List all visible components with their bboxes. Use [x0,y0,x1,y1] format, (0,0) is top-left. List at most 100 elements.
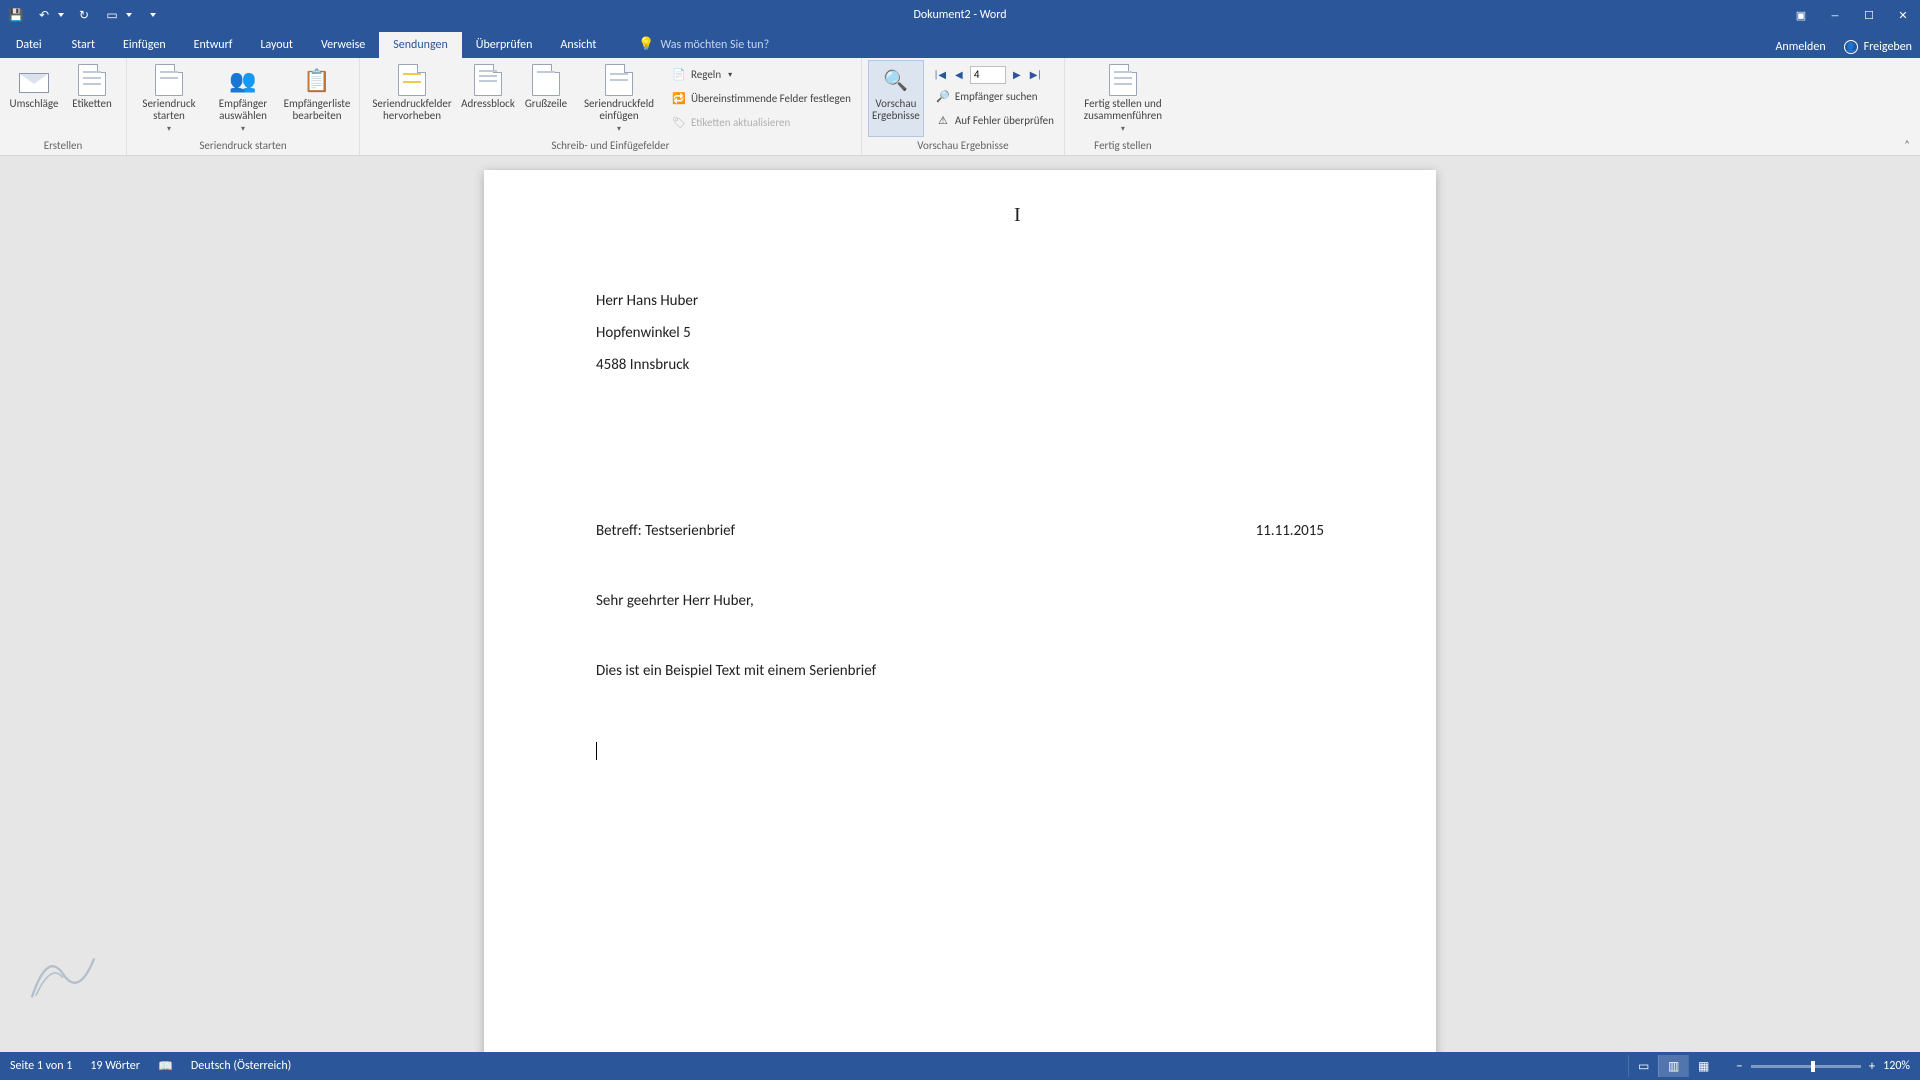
redo-icon[interactable]: ↻ [76,7,92,23]
group-vorschau: 🔍 Vorschau Ergebnisse |◀ ◀ ▶ ▶| 🔎 Empfäng… [862,58,1065,155]
umschlaege-label: Umschläge [10,98,59,110]
fehler-label: Auf Fehler überprüfen [955,114,1054,127]
seriendruck-starten-button[interactable]: Seriendruck starten ▾ [133,60,205,137]
empfaengerliste-bearbeiten-button[interactable]: 📋 Empfängerliste bearbeiten [281,60,353,137]
read-mode-button[interactable]: ▭ [1628,1055,1658,1077]
highlight-fields-icon [398,64,426,96]
group-felder: Seriendruckfelder hervorheben Adressbloc… [360,58,862,155]
regeln-button[interactable]: 📄Regeln▾ [668,64,855,86]
tab-layout[interactable]: Layout [246,32,307,58]
preview-icon: 🔍 [880,64,912,96]
tell-me-placeholder: Was möchten Sie tun? [661,38,770,52]
last-record-button[interactable]: ▶| [1028,67,1044,83]
share-button[interactable]: Freigeben [1864,40,1912,54]
matchfields-icon: 🔁 [672,92,686,106]
body-line: Dies ist ein Beispiel Text mit einem Ser… [596,662,1324,680]
group-seriendruck-starten: Seriendruck starten ▾ 👥 Empfänger auswäh… [127,58,360,155]
tell-me-search[interactable]: 💡 Was möchten Sie tun? [638,37,769,58]
record-number-input[interactable] [970,66,1006,84]
adressblock-button[interactable]: Adressblock [460,60,516,137]
document-page[interactable]: I Herr Hans Huber Hopfenwinkel 5 4588 In… [484,170,1436,1052]
quick-access-toolbar: 💾 ↶ ↻ ▭ [0,7,164,23]
tab-ansicht[interactable]: Ansicht [546,32,610,58]
empfaenger-auswaehlen-button[interactable]: 👥 Empfänger auswählen ▾ [207,60,279,137]
fehler-ueberpruefen-button[interactable]: ⚠Auf Fehler überprüfen [932,110,1058,132]
group-felder-label: Schreib- und Einfügefelder [366,137,855,155]
seriendruckfeld-einfuegen-button[interactable]: Seriendruckfeld einfügen ▾ [576,60,662,137]
dropdown-icon: ▾ [167,124,171,134]
empfaenger-suchen-button[interactable]: 🔎 Empfänger suchen [932,86,1058,108]
tab-entwurf[interactable]: Entwurf [180,32,247,58]
etiketten-aktualisieren-button: 🏷Etiketten aktualisieren [668,112,855,134]
tab-sendungen[interactable]: Sendungen [379,32,462,58]
felder-hervorheben-button[interactable]: Seriendruckfelder hervorheben [366,60,458,137]
touch-dropdown-icon[interactable] [126,13,132,17]
regeln-label: Regeln [691,68,721,81]
text-cursor-icon: I [1014,204,1021,227]
grusszeile-button[interactable]: Grußzeile [518,60,574,137]
vorschau-label: Vorschau Ergebnisse [869,98,923,122]
group-erstellen: Umschläge Etiketten Erstellen [0,58,127,155]
vorschau-ergebnisse-button[interactable]: 🔍 Vorschau Ergebnisse [868,60,924,137]
word-count[interactable]: 19 Wörter [90,1059,140,1073]
zoom-slider[interactable] [1751,1065,1861,1068]
spellcheck-icon[interactable]: 📖 [158,1059,173,1074]
language-indicator[interactable]: Deutsch (Österreich) [191,1059,291,1073]
view-buttons: ▭ ▥ ▦ [1628,1055,1718,1077]
qat-customize-icon[interactable] [150,13,156,17]
undo-icon[interactable]: ↶ [36,7,52,23]
tab-datei[interactable]: Datei [0,32,58,58]
zoom-in-button[interactable]: + [1869,1059,1875,1074]
insert-mergefield-icon [605,64,633,96]
prev-record-button[interactable]: ◀ [951,67,967,83]
sign-in-link[interactable]: Anmelden [1775,40,1825,54]
save-icon[interactable]: 💾 [8,7,24,23]
empfaenger-auswaehlen-label: Empfänger auswählen [207,98,279,122]
undo-dropdown-icon[interactable] [58,13,64,17]
document-body[interactable]: Herr Hans Huber Hopfenwinkel 5 4588 Inns… [484,170,1436,765]
share-icon: 👤 [1844,40,1858,54]
tab-verweise[interactable]: Verweise [307,32,379,58]
address-line-2: Hopfenwinkel 5 [596,324,1324,342]
tab-start[interactable]: Start [58,32,109,58]
minimize-button[interactable]: ― [1818,0,1852,30]
group-seriendruck-starten-label: Seriendruck starten [133,137,353,155]
empfaengerliste-bearbeiten-label: Empfängerliste bearbeiten [281,98,353,122]
etiketten-aktualisieren-label: Etiketten aktualisieren [691,116,790,129]
title-bar: 💾 ↶ ↻ ▭ Dokument2 - Word ▣ ― ☐ ✕ [0,0,1920,30]
subject-line: Betreff: Testserienbrief [596,522,735,540]
fertigstellen-label: Fertig stellen und zusammenführen [1071,98,1175,122]
tab-ueberpruefen[interactable]: Überprüfen [462,32,547,58]
seriendruckfeld-label: Seriendruckfeld einfügen [576,98,662,122]
fertigstellen-button[interactable]: Fertig stellen und zusammenführen ▾ [1071,60,1175,137]
web-layout-button[interactable]: ▦ [1688,1055,1718,1077]
etiketten-button[interactable]: Etiketten [64,60,120,137]
dropdown-icon: ▾ [728,70,732,80]
addressblock-icon [474,64,502,96]
edit-list-icon: 📋 [301,64,333,96]
close-button[interactable]: ✕ [1886,0,1920,30]
next-record-button[interactable]: ▶ [1009,67,1025,83]
group-erstellen-label: Erstellen [6,137,120,155]
dropdown-icon: ▾ [241,124,245,134]
insertion-cursor [596,742,597,760]
empfaenger-suchen-label: Empfänger suchen [955,90,1038,103]
record-navigator: |◀ ◀ ▶ ▶| [932,66,1058,84]
first-record-button[interactable]: |◀ [932,67,948,83]
page-indicator[interactable]: Seite 1 von 1 [10,1059,72,1073]
print-layout-button[interactable]: ▥ [1658,1055,1688,1077]
date-line: 11.11.2015 [1256,522,1324,540]
felder-festlegen-button[interactable]: 🔁Übereinstimmende Felder festlegen [668,88,855,110]
etiketten-label: Etiketten [72,98,112,110]
umschlaege-button[interactable]: Umschläge [6,60,62,137]
tab-einfuegen[interactable]: Einfügen [109,32,180,58]
collapse-ribbon-button[interactable]: ˄ [1904,138,1910,151]
find-recipient-icon: 🔎 [936,90,950,104]
felder-hervorheben-label: Seriendruckfelder hervorheben [366,98,458,122]
touch-mode-icon[interactable]: ▭ [104,7,120,23]
zoom-level[interactable]: 120% [1883,1059,1910,1073]
maximize-button[interactable]: ☐ [1852,0,1886,30]
zoom-out-button[interactable]: − [1736,1059,1742,1074]
ribbon-display-icon[interactable]: ▣ [1784,0,1818,30]
lightbulb-icon: 💡 [638,37,654,52]
